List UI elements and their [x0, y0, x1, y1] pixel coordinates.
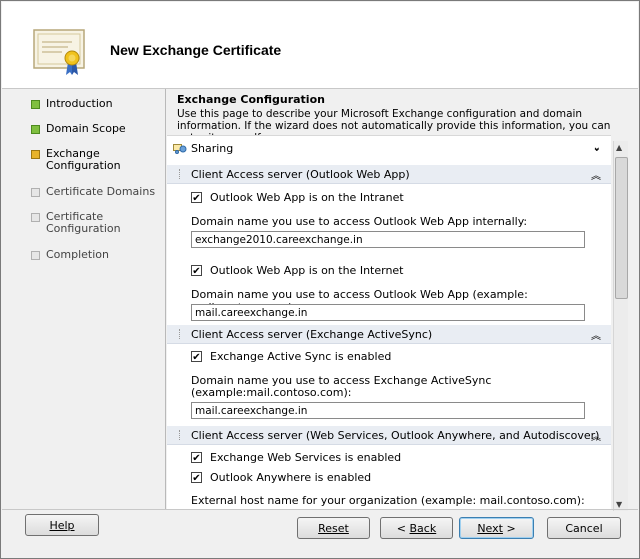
- step-exchange-configuration[interactable]: Exchange Configuration: [31, 148, 126, 172]
- step-status-icon: [31, 251, 40, 260]
- step-certificate-configuration[interactable]: Certificate Configuration: [31, 211, 126, 235]
- webservices-group-label: Client Access server (Web Services, Outl…: [191, 429, 600, 442]
- footer-divider: [2, 509, 638, 510]
- step-status-icon: [31, 125, 40, 134]
- next-button[interactable]: Next >: [459, 517, 534, 539]
- collapse-icon[interactable]: ︽: [591, 327, 601, 342]
- wizard-header: New Exchange Certificate: [2, 2, 638, 89]
- step-label: Introduction: [46, 97, 113, 110]
- activesync-enabled-checkbox[interactable]: ✔: [191, 351, 202, 363]
- activesync-domain-input[interactable]: mail.careexchange.in: [191, 402, 585, 419]
- wizard-window: New Exchange Certificate Introduction Do…: [0, 0, 640, 559]
- scrollbar-thumb[interactable]: [615, 157, 628, 299]
- activesync-group-label: Client Access server (Exchange ActiveSyn…: [191, 328, 433, 341]
- help-button[interactable]: Help: [25, 514, 99, 536]
- activesync-enabled-label: Exchange Active Sync is enabled: [210, 350, 392, 363]
- activesync-group-header[interactable]: Client Access server (Exchange ActiveSyn…: [167, 325, 611, 344]
- collapse-icon[interactable]: ︽: [591, 167, 601, 182]
- owa-internet-checkbox[interactable]: ✔: [191, 265, 202, 277]
- main-content: Exchange Configuration Use this page to …: [167, 89, 628, 511]
- owa-intranet-row: ✔ Outlook Web App is on the Intranet: [167, 191, 611, 205]
- step-status-icon: [31, 213, 40, 222]
- ews-enabled-row: ✔ Exchange Web Services is enabled: [167, 451, 611, 465]
- step-label: Certificate Domains: [46, 185, 156, 198]
- tree-line: [179, 169, 181, 179]
- owa-internal-domain-input[interactable]: exchange2010.careexchange.in: [191, 231, 585, 248]
- step-status-icon: [31, 100, 40, 109]
- step-status-icon: [31, 150, 40, 159]
- owa-group-label: Client Access server (Outlook Web App): [191, 168, 410, 181]
- configuration-panel: Sharing ⌄ ⌄ Client Access server (Outlook…: [167, 135, 611, 510]
- oa-enabled-label: Outlook Anywhere is enabled: [210, 471, 372, 484]
- tree-line: [179, 430, 181, 440]
- step-label: Certificate Configuration: [46, 210, 121, 235]
- back-button[interactable]: < Back: [380, 517, 453, 539]
- step-label: Completion: [46, 248, 110, 261]
- external-host-label: External host name for your organization…: [191, 494, 585, 507]
- step-introduction[interactable]: Introduction: [31, 98, 113, 110]
- help-button-label: Help: [49, 519, 75, 532]
- cancel-button-label: Cancel: [565, 522, 603, 535]
- oa-enabled-checkbox[interactable]: ✔: [191, 472, 202, 484]
- wizard-steps-sidebar: Introduction Domain Scope Exchange Confi…: [1, 89, 165, 509]
- certificate-icon: [33, 29, 85, 75]
- wizard-title: New Exchange Certificate: [110, 42, 282, 58]
- owa-intranet-checkbox[interactable]: ✔: [191, 192, 202, 204]
- step-domain-scope[interactable]: Domain Scope: [31, 123, 126, 135]
- activesync-domain-label-example: (example:mail.contoso.com):: [191, 386, 352, 399]
- step-completion[interactable]: Completion: [31, 249, 109, 261]
- scroll-down-icon[interactable]: ▼: [616, 500, 622, 509]
- back-button-prefix: <: [396, 522, 410, 535]
- page-title: Exchange Configuration: [177, 93, 325, 106]
- ews-enabled-label: Exchange Web Services is enabled: [210, 451, 402, 464]
- next-button-suffix: >: [502, 522, 516, 535]
- owa-group-header[interactable]: Client Access server (Outlook Web App) ︽: [167, 165, 611, 184]
- sidebar-divider: [165, 89, 166, 509]
- activesync-enabled-row: ✔ Exchange Active Sync is enabled: [167, 350, 611, 364]
- ews-enabled-checkbox[interactable]: ✔: [191, 452, 202, 464]
- owa-external-domain-input[interactable]: mail.careexchange.in: [191, 304, 585, 321]
- owa-internal-domain-label: Domain name you use to access Outlook We…: [191, 215, 528, 228]
- sharing-icon: [173, 144, 187, 154]
- sharing-row[interactable]: Sharing ⌄ ⌄: [167, 140, 611, 158]
- owa-internet-row: ✔ Outlook Web App is on the Internet: [167, 264, 611, 278]
- owa-intranet-label: Outlook Web App is on the Intranet: [210, 191, 404, 204]
- step-certificate-domains[interactable]: Certificate Domains: [31, 186, 155, 198]
- reset-button-label: Reset: [318, 522, 349, 535]
- oa-enabled-row: ✔ Outlook Anywhere is enabled: [167, 471, 611, 485]
- collapse-icon[interactable]: ︽: [591, 428, 601, 443]
- step-label: Exchange Configuration: [46, 147, 121, 172]
- vertical-scrollbar[interactable]: ▲ ▼: [613, 141, 628, 511]
- webservices-group-header[interactable]: Client Access server (Web Services, Outl…: [167, 426, 611, 445]
- tree-line: [179, 329, 181, 339]
- cancel-button[interactable]: Cancel: [547, 517, 621, 539]
- sharing-label: Sharing: [191, 142, 234, 155]
- reset-button[interactable]: Reset: [297, 517, 370, 539]
- double-chevron-down-icon[interactable]: ⌄ ⌄: [593, 142, 601, 164]
- step-label: Domain Scope: [46, 122, 126, 135]
- next-button-label: Next: [477, 522, 503, 535]
- scroll-up-icon[interactable]: ▲: [616, 143, 622, 152]
- step-status-icon: [31, 188, 40, 197]
- back-button-label: Back: [409, 522, 437, 535]
- owa-internet-label: Outlook Web App is on the Internet: [210, 264, 404, 277]
